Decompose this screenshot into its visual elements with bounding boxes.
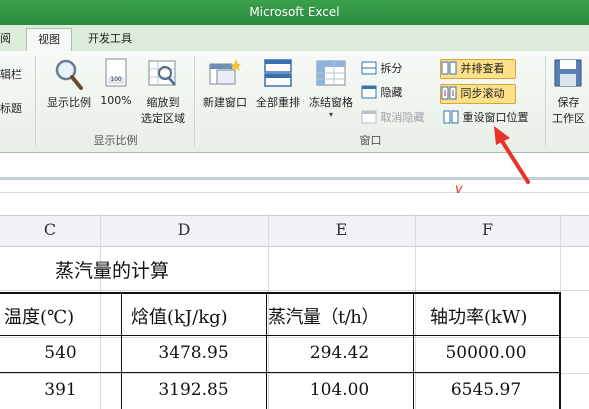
table-header-cell[interactable]: 温度(℃) <box>4 303 74 329</box>
table-cell[interactable]: 3478.95 <box>121 343 266 363</box>
table-cell[interactable]: 540 <box>0 343 121 363</box>
table-cell[interactable]: 50000.00 <box>413 343 559 363</box>
table-cell[interactable]: 3192.85 <box>121 380 266 400</box>
table-cell[interactable]: 294.42 <box>266 343 413 363</box>
gridline <box>0 290 589 291</box>
column-header-c[interactable]: C <box>0 215 100 245</box>
sheet-title[interactable]: 蒸汽量的计算 <box>55 256 169 283</box>
table-cell[interactable]: 104.00 <box>266 380 413 400</box>
table-cell[interactable]: 391 <box>0 380 121 400</box>
gridline <box>0 373 589 374</box>
table-border <box>0 292 560 294</box>
table-header-cell[interactable]: 蒸汽量（t/h） <box>268 303 379 329</box>
table-border <box>0 335 560 336</box>
gridline <box>0 337 589 338</box>
column-header-e[interactable]: E <box>268 215 415 245</box>
column-header-d[interactable]: D <box>100 215 268 245</box>
table-border <box>0 372 560 373</box>
table-header-cell[interactable]: 轴功率(kW) <box>430 303 527 329</box>
table-cell[interactable]: 6545.97 <box>413 380 559 400</box>
column-header-f[interactable]: F <box>415 215 560 245</box>
table-header-cell[interactable]: 焓值(kJ/kg) <box>131 303 228 329</box>
table-border <box>559 292 561 409</box>
